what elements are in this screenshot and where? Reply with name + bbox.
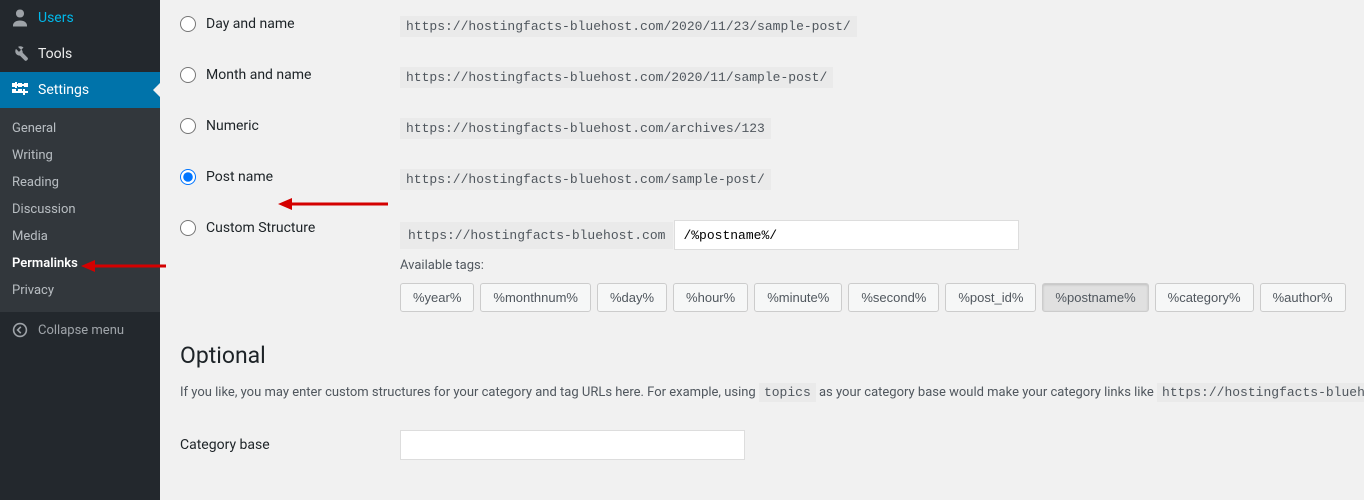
settings-icon (10, 80, 30, 100)
tag-second[interactable]: %second% (848, 283, 939, 312)
sample-post-name: https://hostingfacts-bluehost.com/sample… (400, 169, 771, 190)
radio-label-day-name[interactable]: Day and name (206, 16, 295, 32)
submenu-item-writing[interactable]: Writing (0, 142, 160, 169)
menu-label: Settings (38, 82, 89, 98)
collapse-label: Collapse menu (38, 323, 124, 338)
category-base-label: Category base (180, 437, 400, 453)
topics-code: topics (759, 383, 816, 402)
tag-category[interactable]: %category% (1155, 283, 1254, 312)
available-tags-label: Available tags: (400, 258, 1364, 273)
tag-post-id[interactable]: %post_id% (945, 283, 1036, 312)
menu-label: Users (38, 10, 74, 26)
optional-description: If you like, you may enter custom struct… (180, 385, 1364, 400)
users-icon (10, 8, 30, 28)
tools-icon (10, 44, 30, 64)
collapse-icon (10, 320, 30, 340)
radio-label-post-name[interactable]: Post name (206, 169, 273, 185)
radio-numeric[interactable] (180, 118, 196, 134)
radio-month-name[interactable] (180, 67, 196, 83)
submenu-item-privacy[interactable]: Privacy (0, 277, 160, 304)
custom-structure-input[interactable] (674, 220, 1019, 250)
category-base-input[interactable] (400, 430, 745, 460)
main-content: Day and name https://hostingfacts-blueho… (160, 0, 1364, 500)
collapse-menu-button[interactable]: Collapse menu (0, 311, 160, 348)
optional-heading: Optional (180, 342, 1364, 369)
tag-day[interactable]: %day% (597, 283, 667, 312)
sidebar-item-settings[interactable]: Settings (0, 72, 160, 108)
sidebar-item-users[interactable]: Users (0, 0, 160, 36)
submenu-item-permalinks[interactable]: Permalinks (0, 250, 160, 277)
sample-numeric: https://hostingfacts-bluehost.com/archiv… (400, 118, 771, 139)
submenu-item-general[interactable]: General (0, 115, 160, 142)
tag-author[interactable]: %author% (1260, 283, 1346, 312)
sample-month-name: https://hostingfacts-bluehost.com/2020/1… (400, 67, 833, 88)
sample-url-code: https://hostingfacts-bluehost (1157, 383, 1364, 402)
annotation-arrow-postname (278, 196, 398, 212)
submenu-item-media[interactable]: Media (0, 223, 160, 250)
tag-minute[interactable]: %minute% (754, 283, 842, 312)
tags-row: %year% %monthnum% %day% %hour% %minute% … (400, 283, 1364, 312)
radio-post-name[interactable] (180, 169, 196, 185)
custom-base-url: https://hostingfacts-bluehost.com (400, 222, 673, 249)
submenu-item-discussion[interactable]: Discussion (0, 196, 160, 223)
sample-day-name: https://hostingfacts-bluehost.com/2020/1… (400, 16, 857, 37)
admin-sidebar: Users Tools Settings General Writing Rea… (0, 0, 160, 500)
tag-hour[interactable]: %hour% (673, 283, 748, 312)
tag-monthnum[interactable]: %monthnum% (480, 283, 591, 312)
radio-custom[interactable] (180, 220, 196, 236)
submenu-item-reading[interactable]: Reading (0, 169, 160, 196)
tag-year[interactable]: %year% (400, 283, 474, 312)
tag-postname[interactable]: %postname% (1042, 283, 1148, 312)
radio-label-month-name[interactable]: Month and name (206, 67, 311, 83)
radio-label-custom[interactable]: Custom Structure (206, 220, 315, 236)
radio-day-name[interactable] (180, 16, 196, 32)
radio-label-numeric[interactable]: Numeric (206, 118, 259, 134)
sidebar-item-tools[interactable]: Tools (0, 36, 160, 72)
menu-label: Tools (38, 46, 72, 62)
settings-submenu: General Writing Reading Discussion Media… (0, 108, 160, 311)
